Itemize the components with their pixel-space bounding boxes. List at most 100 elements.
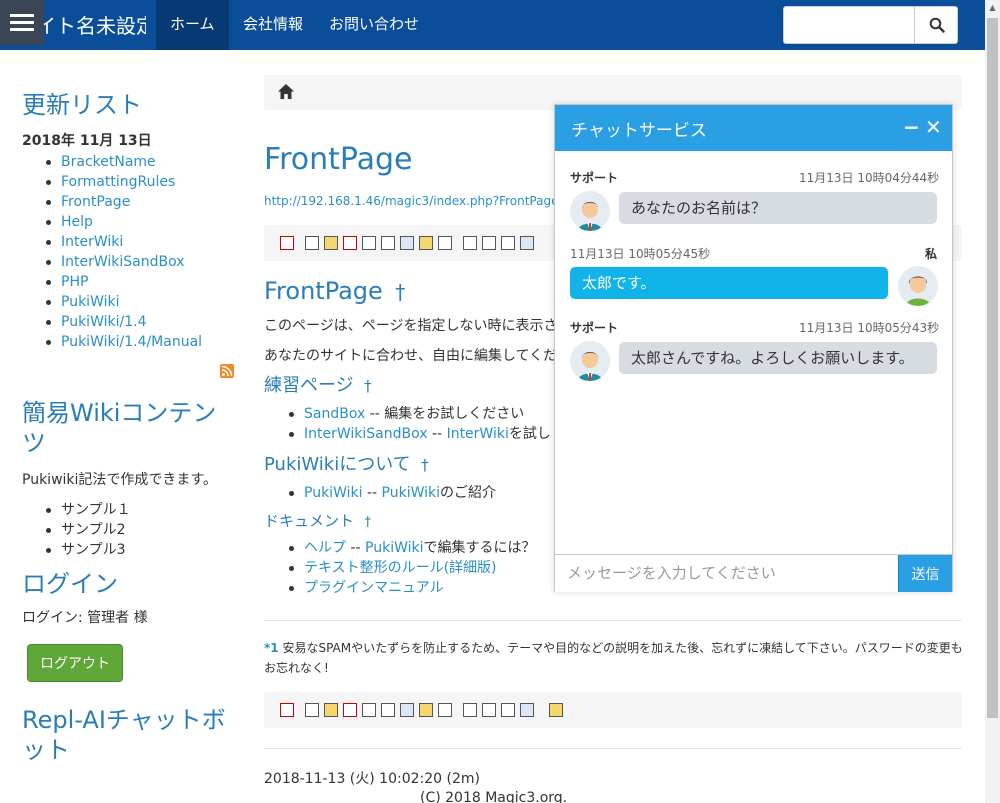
login-title: ログイン — [22, 570, 118, 598]
edit-icon[interactable] — [305, 236, 319, 250]
nav-item-company[interactable]: 会社情報 — [229, 0, 317, 50]
page-scrollbar[interactable]: ▲ — [985, 0, 1000, 803]
site-brand[interactable]: イト名未設定 — [36, 10, 146, 39]
last-modified: 2018-11-13 (火) 10:02:20 (2m) — [264, 771, 480, 787]
top-page-icon[interactable] — [280, 236, 294, 250]
support-avatar — [570, 191, 610, 231]
send-button[interactable]: 送信 — [898, 555, 952, 592]
recent-link[interactable]: PukiWiki/1.4/Manual — [61, 334, 202, 350]
recent-link[interactable]: InterWikiSandBox — [61, 254, 185, 270]
intro-paragraph-2: あなたのサイトに合わせ、自由に編集してくだ — [264, 348, 554, 364]
sidebar: 更新リスト 2018年 11月 13日 BracketName Formatti… — [22, 90, 237, 352]
docs-list: ヘルプ -- PukiWikiで編集するには？ テキスト整形のルール(詳細版) … — [264, 538, 564, 598]
footnote-mark[interactable]: *1 — [264, 641, 279, 655]
recent-changes-icon[interactable] — [520, 236, 534, 250]
backup-icon[interactable] — [362, 236, 376, 250]
new-page-icon[interactable] — [463, 236, 477, 250]
list-item: PukiWiki/1.4 — [22, 312, 237, 332]
recent-link[interactable]: PukiWiki/1.4 — [61, 314, 146, 330]
backup-icon[interactable] — [362, 703, 376, 717]
rss-glyph-icon — [221, 365, 233, 377]
upload-icon[interactable] — [381, 236, 395, 250]
chat-message-input[interactable] — [555, 555, 898, 592]
list-item: Help — [22, 212, 237, 232]
hamburger-icon-bar — [10, 14, 34, 17]
top-page-icon[interactable] — [280, 703, 294, 717]
search-page-icon[interactable] — [501, 703, 515, 717]
plugin-manual-link[interactable]: プラグインマニュアル — [304, 580, 444, 596]
edit-icon[interactable] — [305, 703, 319, 717]
recent-link[interactable]: FrontPage — [61, 194, 130, 210]
top-navbar: イト名未設定 ホーム 会社情報 お問い合わせ — [0, 0, 985, 50]
freeze-icon[interactable] — [324, 703, 338, 717]
page-toolbar-bottom — [264, 692, 962, 728]
separator: -- — [346, 540, 366, 556]
list-item: PukiWiki/1.4/Manual — [22, 332, 237, 352]
rename-icon[interactable] — [419, 703, 433, 717]
section-heading: 練習ページ — [264, 375, 354, 396]
footnote-text: 安易なSPAMやいたずらを防止するため、テーマや目的などの説明を加えた後、忘れず… — [264, 641, 963, 675]
rename-icon[interactable] — [419, 236, 433, 250]
recent-link[interactable]: InterWiki — [61, 234, 123, 250]
menu-toggle-button[interactable] — [0, 0, 44, 45]
reload-icon[interactable] — [438, 703, 452, 717]
message-sender: サポート — [570, 321, 619, 335]
heading-anchor[interactable]: † — [421, 456, 429, 474]
freeze-icon[interactable] — [324, 236, 338, 250]
search-page-icon[interactable] — [501, 236, 515, 250]
search-icon — [929, 17, 945, 33]
about-list: PukiWiki -- PukiWikiのご紹介 — [264, 483, 554, 503]
wiki-sample-list: サンプル１ サンプル2 サンプル3 — [22, 500, 222, 560]
pukiwiki-link[interactable]: PukiWiki — [304, 485, 363, 501]
pukiwiki-link[interactable]: PukiWiki — [382, 485, 441, 501]
interwiki-sandbox-link[interactable]: InterWikiSandBox — [304, 426, 428, 442]
list-item: プラグインマニュアル — [264, 578, 564, 598]
recent-link[interactable]: PHP — [61, 274, 88, 290]
heading-anchor[interactable]: † — [364, 515, 371, 530]
search-input[interactable] — [784, 7, 914, 43]
list-item: InterWikiSandBox — [22, 252, 237, 272]
recent-link[interactable]: PukiWiki — [61, 294, 120, 310]
item-text: で編集するには？ — [423, 540, 536, 556]
diff-icon[interactable] — [343, 236, 357, 250]
close-icon[interactable]: ✕ — [925, 115, 942, 139]
heading-anchor[interactable]: † — [395, 280, 405, 304]
search-button[interactable] — [914, 7, 958, 43]
scroll-thumb[interactable] — [987, 18, 998, 718]
content-heading: FrontPage — [264, 277, 383, 305]
new-page-icon[interactable] — [463, 703, 477, 717]
sandbox-link[interactable]: SandBox — [304, 406, 365, 422]
chat-title: チャットサービス — [571, 121, 707, 141]
recent-link[interactable]: FormattingRules — [61, 174, 175, 190]
interwiki-link[interactable]: InterWiki — [447, 426, 509, 442]
upload-icon[interactable] — [381, 703, 395, 717]
reload-icon[interactable] — [438, 236, 452, 250]
list-icon[interactable] — [482, 703, 496, 717]
support-person-icon — [578, 202, 602, 231]
help-icon[interactable] — [549, 703, 563, 717]
scroll-up-arrow-icon[interactable]: ▲ — [985, 0, 1000, 15]
nav-item-contact[interactable]: お問い合わせ — [315, 0, 433, 50]
minimize-icon[interactable]: − — [903, 115, 920, 139]
list-icon[interactable] — [482, 236, 496, 250]
diff-icon[interactable] — [343, 703, 357, 717]
recent-link[interactable]: Help — [61, 214, 93, 230]
help-link[interactable]: ヘルプ — [304, 540, 346, 556]
practice-section-title: 練習ページ † — [264, 374, 372, 398]
nav-item-home[interactable]: ホーム — [156, 0, 229, 50]
logout-button[interactable]: ログアウト — [27, 644, 123, 682]
pukiwiki-link[interactable]: PukiWiki — [365, 540, 424, 556]
home-icon[interactable] — [278, 84, 294, 99]
formatting-rules-link[interactable]: テキスト整形のルール(詳細版) — [304, 560, 497, 576]
list-item: サンプル3 — [22, 540, 222, 560]
support-avatar — [570, 341, 610, 381]
recent-updates-date: 2018年 11月 13日 — [22, 133, 152, 149]
copy-icon[interactable] — [400, 236, 414, 250]
heading-anchor[interactable]: † — [364, 377, 372, 395]
copy-icon[interactable] — [400, 703, 414, 717]
recent-changes-icon[interactable] — [520, 703, 534, 717]
section-heading: PukiWikiについて — [264, 454, 411, 475]
rss-icon[interactable] — [220, 364, 234, 378]
list-item: PukiWiki -- PukiWikiのご紹介 — [264, 483, 554, 503]
recent-link[interactable]: BracketName — [61, 154, 156, 170]
